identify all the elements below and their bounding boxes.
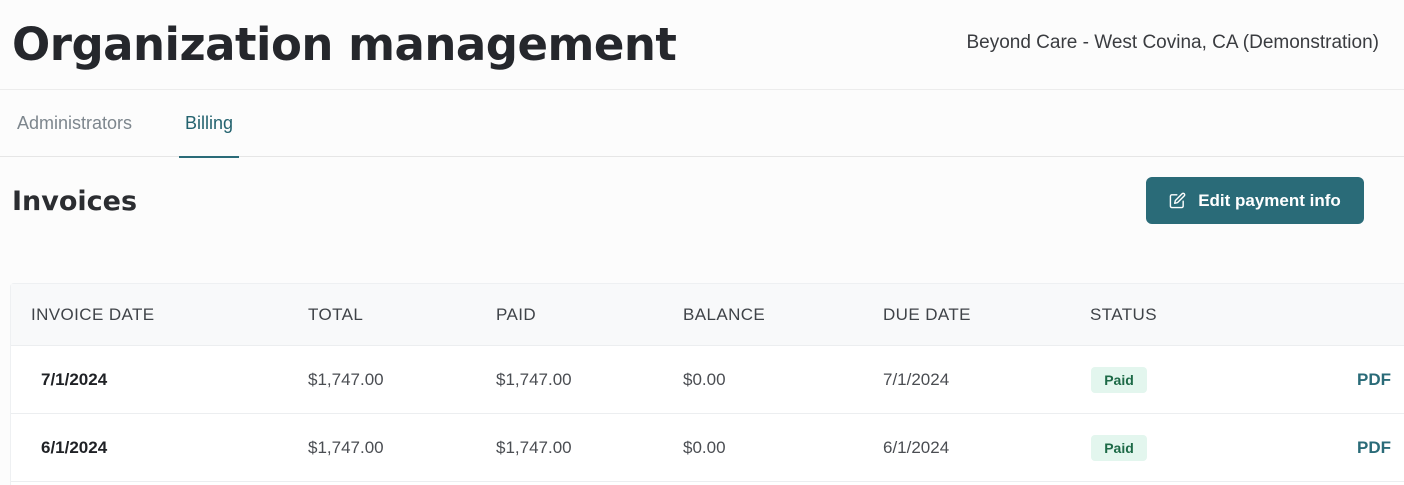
column-header-total: TOTAL (308, 305, 364, 324)
status-badge: Paid (1091, 367, 1147, 393)
pdf-link[interactable]: PDF (1357, 414, 1391, 482)
table-header: INVOICE DATE TOTAL PAID BALANCE DUE DATE… (11, 284, 1404, 346)
column-header-due-date: DUE DATE (883, 305, 971, 324)
pdf-link[interactable]: PDF (1357, 346, 1391, 414)
column-header-status: STATUS (1090, 305, 1157, 324)
invoices-heading: Invoices (12, 186, 138, 217)
column-header-invoice-date: INVOICE DATE (31, 305, 155, 324)
page-title: Organization management (12, 18, 677, 71)
column-header-paid: PAID (496, 305, 537, 324)
balance-cell: $0.00 (683, 438, 726, 457)
invoice-date-cell: 6/1/2024 (41, 438, 108, 457)
balance-cell: $0.00 (683, 370, 726, 389)
tab-bar: Administrators Billing (0, 90, 1404, 158)
edit-payment-info-button[interactable]: Edit payment info (1146, 177, 1364, 224)
column-header-balance: BALANCE (683, 305, 766, 324)
table-row: 6/1/2024 $1,747.00 $1,747.00 $0.00 6/1/2… (11, 414, 1404, 482)
due-date-cell: 6/1/2024 (883, 438, 950, 457)
status-badge: Paid (1091, 435, 1147, 461)
page-header: Organization management Beyond Care - We… (0, 0, 1404, 90)
paid-cell: $1,747.00 (496, 438, 572, 457)
invoices-table: INVOICE DATE TOTAL PAID BALANCE DUE DATE… (10, 283, 1404, 485)
due-date-cell: 7/1/2024 (883, 370, 950, 389)
edit-payment-info-label: Edit payment info (1198, 190, 1341, 210)
total-cell: $1,747.00 (308, 438, 384, 457)
total-cell: $1,747.00 (308, 370, 384, 389)
organization-name: Beyond Care - West Covina, CA (Demonstra… (966, 32, 1379, 53)
invoice-date-cell: 7/1/2024 (41, 370, 108, 389)
edit-icon (1169, 192, 1186, 209)
table-row: 7/1/2024 $1,747.00 $1,747.00 $0.00 7/1/2… (11, 346, 1404, 414)
tab-administrators[interactable]: Administrators (17, 90, 137, 157)
tab-billing[interactable]: Billing (179, 90, 239, 158)
paid-cell: $1,747.00 (496, 370, 572, 389)
